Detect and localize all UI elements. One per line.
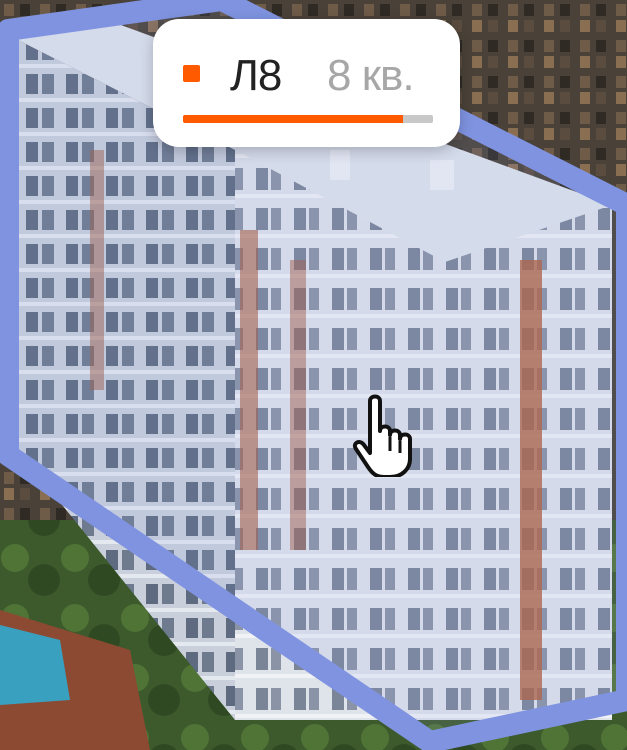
- construction-progress-fill: [183, 115, 403, 123]
- construction-progress-bar: [183, 115, 433, 123]
- completion-quarter: 8 кв.: [327, 51, 415, 100]
- status-indicator: [183, 65, 200, 82]
- building-label-card[interactable]: Л8 8 кв.: [153, 19, 460, 147]
- hand-pointer-icon: [353, 394, 412, 477]
- building-code: Л8: [230, 51, 282, 100]
